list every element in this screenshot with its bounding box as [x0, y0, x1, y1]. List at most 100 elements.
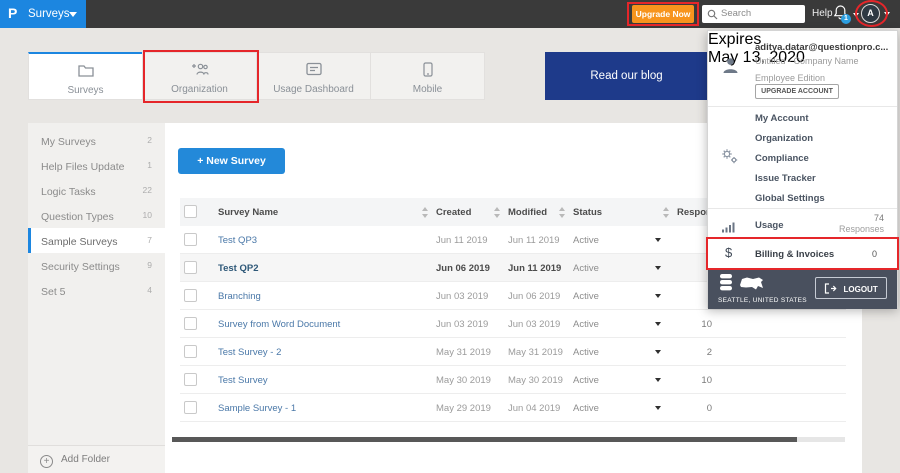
sidebar-item-logic-tasks[interactable]: Logic Tasks 22: [28, 178, 165, 203]
modified-date: Jun 04 2019: [508, 403, 561, 414]
sidebar-item-question-types[interactable]: Question Types 10: [28, 203, 165, 228]
column-header-modified: Modified: [508, 207, 548, 218]
survey-name-link[interactable]: Test Survey - 2: [218, 347, 281, 358]
status-dropdown-caret[interactable]: [655, 406, 661, 410]
topbar: P Surveys Upgrade Now Help 1 A: [0, 0, 900, 28]
status-value: Active: [573, 319, 599, 330]
menu-item-organization[interactable]: Organization: [755, 129, 897, 149]
sidebar-item-label: Help Files Update: [41, 161, 125, 173]
bar-chart-icon: [722, 222, 735, 233]
row-checkbox[interactable]: [184, 261, 197, 274]
upgrade-now-button[interactable]: Upgrade Now: [632, 5, 694, 23]
sort-icon[interactable]: [422, 207, 429, 218]
add-folder-button[interactable]: + Add Folder: [28, 445, 165, 473]
upgrade-account-button[interactable]: UPGRADE ACCOUNT: [755, 84, 839, 99]
menu-item-usage[interactable]: Usage 74 Responses: [708, 210, 897, 240]
status-dropdown-caret[interactable]: [655, 266, 661, 270]
modified-date: May 31 2019: [508, 347, 563, 358]
survey-name-link[interactable]: Test QP2: [218, 263, 258, 274]
account-company: Untitled - Company Name: [755, 56, 859, 66]
row-checkbox[interactable]: [184, 401, 197, 414]
survey-name-link[interactable]: Branching: [218, 291, 261, 302]
account-panel-footer: SEATTLE, UNITED STATES LOGOUT: [708, 269, 897, 309]
status-value: Active: [573, 263, 599, 274]
sort-icon[interactable]: [559, 207, 566, 218]
chevron-down-icon: [69, 12, 77, 17]
survey-name-link[interactable]: Test Survey: [218, 375, 268, 386]
logout-button[interactable]: LOGOUT: [815, 277, 887, 299]
row-checkbox[interactable]: [184, 233, 197, 246]
account-menu-list: My Account Organization Compliance Issue Tr…: [755, 109, 897, 209]
status-dropdown-caret[interactable]: [655, 322, 661, 326]
dashboard-icon: [305, 62, 322, 76]
sidebar-item-count: 9: [147, 260, 152, 270]
read-our-blog-button[interactable]: Read our blog: [545, 52, 708, 100]
search-input[interactable]: [721, 6, 801, 21]
app-root: P Surveys Upgrade Now Help 1 A Surveys O…: [0, 0, 900, 473]
status-dropdown-caret[interactable]: [655, 294, 661, 298]
table-row: Survey from Word Document Jun 03 2019 Jun …: [180, 310, 846, 338]
horizontal-scrollbar-thumb[interactable]: [172, 437, 797, 442]
sort-icon[interactable]: [494, 207, 501, 218]
status-dropdown-caret[interactable]: [655, 238, 661, 242]
logout-icon: [825, 282, 837, 294]
horizontal-scrollbar-track[interactable]: [172, 437, 845, 442]
tab-mobile[interactable]: Mobile: [370, 52, 485, 100]
survey-name-link[interactable]: Sample Survey - 1: [218, 403, 296, 414]
sidebar-item-count: 2: [147, 135, 152, 145]
menu-item-my-account[interactable]: My Account: [755, 109, 897, 129]
sidebar-item-count: 10: [142, 210, 152, 220]
questionpro-logo-icon: P: [8, 5, 18, 21]
column-header-survey-name: Survey Name: [218, 207, 279, 218]
sidebar-item-label: Security Settings: [41, 261, 120, 273]
account-edition: Employee Edition: [755, 73, 826, 83]
status-value: Active: [573, 375, 599, 386]
menu-item-compliance[interactable]: Compliance: [755, 149, 897, 169]
created-date: Jun 11 2019: [436, 235, 488, 246]
tab-organization[interactable]: Organization: [142, 52, 257, 100]
notifications-button[interactable]: 1: [833, 4, 851, 26]
menu-item-issue-tracker[interactable]: Issue Tracker: [755, 169, 897, 189]
select-all-checkbox[interactable]: [184, 205, 197, 218]
sidebar-item-label: Sample Surveys: [41, 236, 118, 248]
datacenter-location: SEATTLE, UNITED STATES: [718, 297, 807, 304]
status-dropdown-caret[interactable]: [655, 350, 661, 354]
response-count: 10: [701, 319, 712, 330]
status-dropdown-caret[interactable]: [655, 378, 661, 382]
menu-item-global-settings[interactable]: Global Settings: [755, 189, 897, 209]
survey-name-link[interactable]: Test QP3: [218, 235, 257, 246]
sidebar-item-label: My Surveys: [41, 136, 96, 148]
response-count: 10: [701, 375, 712, 386]
sidebar-item-help-files-update[interactable]: Help Files Update 1: [28, 153, 165, 178]
search-box[interactable]: [702, 5, 805, 23]
survey-name-link[interactable]: Survey from Word Document: [218, 319, 340, 330]
sidebar-item-security-settings[interactable]: Security Settings 9: [28, 253, 165, 278]
row-checkbox[interactable]: [184, 317, 197, 330]
table-row: Sample Survey - 1 May 29 2019 Jun 04 2019 A…: [180, 394, 846, 422]
tab-surveys[interactable]: Surveys: [28, 52, 143, 100]
plus-circle-icon: +: [40, 455, 53, 468]
new-survey-button[interactable]: + New Survey: [178, 148, 285, 174]
tab-strip: Surveys Organization Usage Dashboard Mob…: [28, 52, 485, 100]
divider: [708, 208, 897, 209]
help-link[interactable]: Help: [812, 8, 833, 19]
tab-label: Organization: [171, 84, 228, 95]
created-date: Jun 06 2019: [436, 263, 490, 274]
avatar[interactable]: A: [861, 4, 880, 23]
tab-usage-dashboard[interactable]: Usage Dashboard: [256, 52, 371, 100]
sidebar-item-label: Question Types: [41, 211, 114, 223]
table-row: Test Survey - 2 May 31 2019 May 31 2019 Act…: [180, 338, 846, 366]
sort-icon[interactable]: [663, 207, 670, 218]
surveys-nav-dropdown[interactable]: P Surveys: [0, 0, 86, 28]
modified-date: Jun 11 2019: [508, 263, 562, 274]
sidebar-item-set-5[interactable]: Set 5 4: [28, 278, 165, 303]
row-checkbox[interactable]: [184, 345, 197, 358]
usage-unit: Responses: [838, 224, 884, 234]
usa-map-icon: [740, 277, 763, 290]
menu-item-billing-invoices[interactable]: $ Billing & Invoices 0: [708, 240, 897, 269]
gears-icon: [722, 149, 738, 164]
row-checkbox[interactable]: [184, 289, 197, 302]
sidebar-item-my-surveys[interactable]: My Surveys 2: [28, 128, 165, 153]
sidebar-item-sample-surveys[interactable]: Sample Surveys 7: [28, 228, 165, 253]
row-checkbox[interactable]: [184, 373, 197, 386]
